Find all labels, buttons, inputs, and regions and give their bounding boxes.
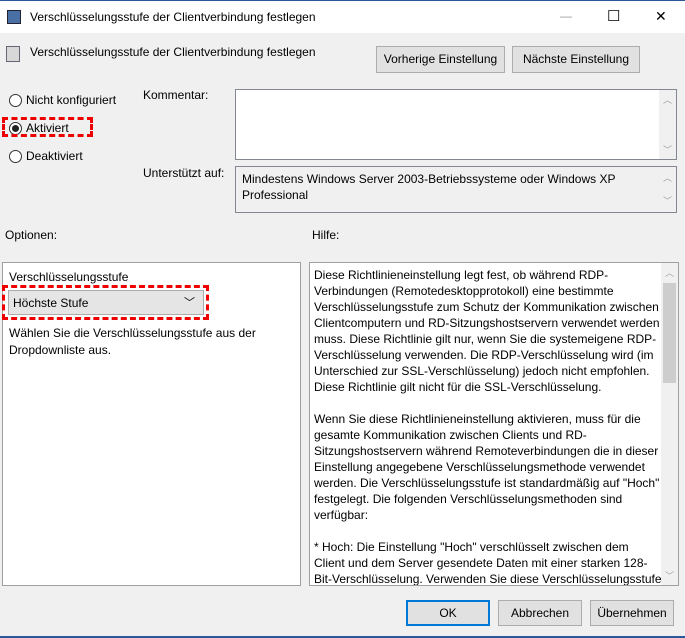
help-paragraph: * Hoch: Die Einstellung "Hoch" verschlüs… — [314, 540, 662, 586]
highlight-box — [2, 117, 93, 137]
options-panel: Verschlüsselungsstufe Höchste Stufe ﹀ Wä… — [2, 262, 301, 586]
ok-button[interactable]: OK — [406, 600, 490, 626]
supported-value: Mindestens Windows Server 2003-Betriebss… — [242, 172, 616, 202]
scrollbar[interactable]: ︿ ﹀ — [659, 167, 676, 212]
scrollbar[interactable]: ︿ ﹀ — [659, 90, 676, 159]
minimize-button[interactable]: — — [560, 9, 572, 23]
help-scrollbar[interactable]: ︿ ﹀ — [661, 263, 678, 585]
scroll-thumb[interactable] — [663, 283, 676, 383]
radio-label: Nicht konfiguriert — [26, 93, 117, 107]
encryption-level-description: Wählen Sie die Verschlüsselungsstufe aus… — [9, 326, 256, 357]
title-bar: Verschlüsselungsstufe der Clientverbindu… — [0, 0, 685, 33]
cancel-button[interactable]: Abbrechen — [498, 600, 582, 626]
options-heading: Optionen: — [5, 228, 58, 242]
apply-button[interactable]: Übernehmen — [590, 600, 674, 626]
next-setting-button[interactable]: Nächste Einstellung — [512, 46, 640, 73]
comment-label: Kommentar: — [143, 88, 209, 102]
supported-on-field: Mindestens Windows Server 2003-Betriebss… — [235, 166, 677, 213]
comment-textarea[interactable]: ︿ ﹀ — [235, 89, 677, 160]
maximize-button[interactable]: ☐ — [607, 7, 620, 25]
highlight-box — [2, 285, 209, 320]
close-button[interactable]: ✕ — [655, 8, 667, 25]
policy-icon — [6, 46, 20, 62]
app-icon — [7, 10, 21, 24]
supported-label: Unterstützt auf: — [143, 166, 225, 180]
help-paragraph: Wenn Sie diese Richtlinieneinstellung ak… — [314, 412, 660, 522]
help-panel: Diese Richtlinieneinstellung legt fest, … — [309, 262, 679, 586]
policy-title: Verschlüsselungsstufe der Clientverbindu… — [30, 45, 316, 59]
window-title: Verschlüsselungsstufe der Clientverbindu… — [30, 10, 316, 24]
radio-label: Deaktiviert — [26, 149, 83, 163]
help-paragraph: Diese Richtlinieneinstellung legt fest, … — [314, 268, 660, 394]
previous-setting-button[interactable]: Vorherige Einstellung — [376, 46, 505, 73]
help-heading: Hilfe: — [312, 228, 340, 242]
encryption-level-label: Verschlüsselungsstufe — [9, 270, 129, 284]
